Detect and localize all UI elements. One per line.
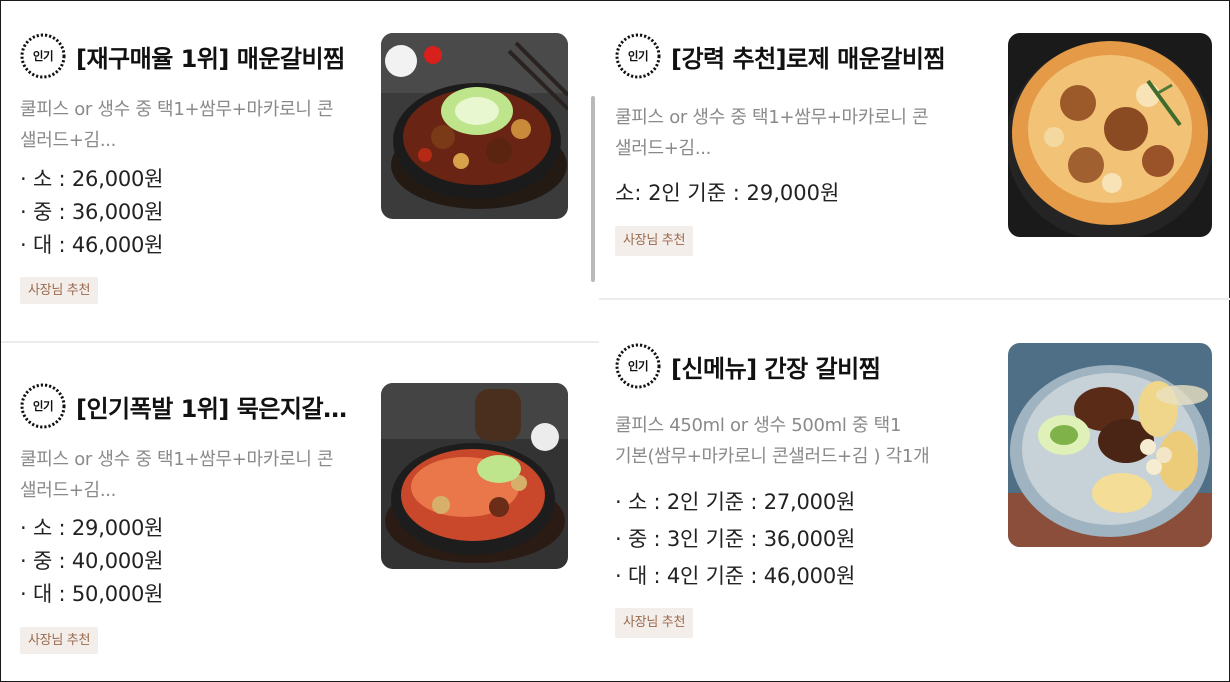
price-list: · 소 : 26,000원 · 중 : 36,000원 · 대 : 46,000… [20, 163, 163, 262]
menu-description: 쿨피스 or 생수 중 택1+쌈무+마카로니 콘 샐러드+김... [20, 99, 334, 151]
price-large: · 대 : 4인 기준 : 46,000원 [615, 564, 856, 588]
price-small: · 소 : 29,000원 [20, 516, 164, 540]
kimchi-galbijjim-photo[interactable] [381, 383, 568, 569]
scrollbar[interactable] [591, 96, 595, 282]
owner-recommend-tag: 사장님 추천 [20, 627, 99, 654]
price-small: · 소 : 2인 기준 : 27,000원 [615, 490, 856, 514]
popular-badge-icon: 인기 [20, 33, 66, 79]
price-list: · 소 : 29,000원 · 중 : 40,000원 · 대 : 50,000… [20, 512, 163, 611]
menu-title: [인기폭발 1위] 묵은지갈비찜 [76, 394, 348, 423]
owner-recommend-tag: 사장님 추천 [615, 608, 694, 638]
right-row-divider [599, 298, 1230, 300]
menu-title: [강력 추천]로제 매운갈비찜 [671, 44, 946, 73]
price-large: · 대 : 46,000원 [20, 233, 164, 257]
soy-galbijjim-photo[interactable] [1008, 343, 1212, 547]
left-row-divider [1, 341, 599, 343]
menu-card-soy-galbi[interactable]: 인기 [신메뉴] 간장 갈비찜 쿨피스 450ml or 생수 500ml 중 … [615, 343, 1215, 653]
menu-card-rose-galbi[interactable]: 인기 [강력 추천]로제 매운갈비찜 쿨피스 or 생수 중 택1+쌈무+마카로… [615, 33, 1215, 283]
menu-description: 쿨피스 450ml or 생수 500ml 중 택1 기본(쌈무+마카로니 콘샐… [615, 415, 930, 467]
owner-recommend-tag: 사장님 추천 [20, 277, 99, 304]
menu-description: 쿨피스 or 생수 중 택1+쌈무+마카로니 콘 샐러드+김... [20, 449, 334, 501]
price-medium: · 중 : 3인 기준 : 36,000원 [615, 527, 856, 551]
spicy-galbijjim-photo[interactable] [381, 33, 568, 219]
menu-card-kimchi-galbi[interactable]: 인기 [인기폭발 1위] 묵은지갈비찜 쿨피스 or 생수 중 택1+쌈무+마카… [20, 383, 570, 663]
price-large: · 대 : 50,000원 [20, 582, 164, 606]
menu-title: [신메뉴] 간장 갈비찜 [671, 354, 881, 383]
menu-title-row: 인기 [신메뉴] 간장 갈비찜 [615, 343, 971, 389]
owner-recommend-tag: 사장님 추천 [615, 226, 694, 256]
menu-title-row: 인기 [인기폭발 1위] 묵은지갈비찜 [20, 383, 348, 429]
popular-badge-icon: 인기 [615, 343, 661, 389]
popular-badge-icon: 인기 [20, 383, 66, 429]
menu-description: 쿨피스 or 생수 중 택1+쌈무+마카로니 콘 샐러드+김... [615, 107, 929, 159]
price-list: · 소 : 2인 기준 : 27,000원 · 중 : 3인 기준 : 36,0… [615, 484, 855, 595]
popular-badge-icon: 인기 [615, 33, 661, 79]
menu-title-row: 인기 [강력 추천]로제 매운갈비찜 [615, 33, 956, 79]
menu-title: [재구매율 1위] 매운갈비찜 [76, 44, 345, 73]
price-small: · 소 : 26,000원 [20, 167, 164, 191]
menu-title-row: 인기 [재구매율 1위] 매운갈비찜 [20, 33, 351, 79]
price-small: 소: 2인 기준 : 29,000원 [615, 181, 840, 205]
rose-galbijjim-photo[interactable] [1008, 33, 1212, 237]
menu-card-spicy-galbi[interactable]: 인기 [재구매율 1위] 매운갈비찜 쿨피스 or 생수 중 택1+쌈무+마카로… [20, 33, 570, 313]
price-medium: · 중 : 36,000원 [20, 200, 164, 224]
price-medium: · 중 : 40,000원 [20, 549, 164, 573]
